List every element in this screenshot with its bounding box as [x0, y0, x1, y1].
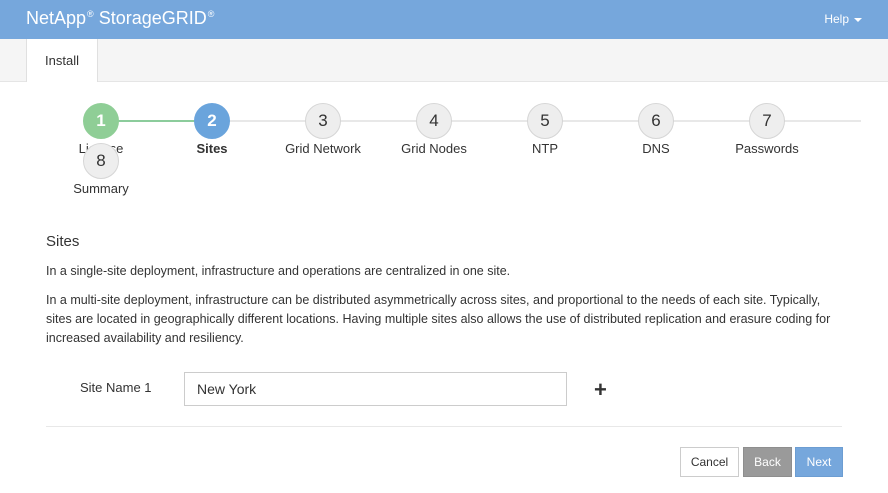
cancel-button[interactable]: Cancel: [680, 447, 739, 477]
site-name-input[interactable]: [184, 372, 567, 406]
multi-site-description: In a multi-site deployment, infrastructu…: [46, 293, 831, 345]
site-name-label: Site Name 1: [80, 380, 152, 395]
help-menu[interactable]: Help: [824, 12, 862, 26]
add-site-icon[interactable]: +: [594, 378, 607, 402]
step-1-circle[interactable]: 1: [83, 103, 119, 139]
product-registered-mark: ®: [207, 9, 215, 19]
step-3-label: Grid Network: [285, 141, 361, 156]
brand-registered-mark: ®: [87, 9, 94, 19]
step-3-circle: 3: [305, 103, 341, 139]
step-6-label: DNS: [642, 141, 670, 156]
next-button[interactable]: Next: [795, 447, 843, 477]
single-site-description: In a single-site deployment, infrastruct…: [46, 264, 511, 278]
step-2-label: Sites: [196, 141, 228, 156]
top-navbar: NetApp® StorageGRID® Help: [0, 0, 888, 39]
step-6-circle: 6: [638, 103, 674, 139]
step-4-label: Grid Nodes: [401, 141, 467, 156]
product-name: StorageGRID: [98, 8, 207, 28]
help-label: Help: [824, 12, 849, 26]
section-title: Sites: [46, 233, 80, 250]
caret-down-icon: [854, 17, 862, 22]
step-8-circle: 8: [83, 143, 119, 179]
step-2-circle[interactable]: 2: [194, 103, 230, 139]
tab-install[interactable]: Install: [26, 39, 98, 82]
form-divider: [46, 426, 842, 427]
step-5-circle: 5: [527, 103, 563, 139]
app-brand: NetApp® StorageGRID®: [26, 8, 214, 29]
tab-bar: Install: [0, 39, 888, 82]
back-button[interactable]: Back: [743, 447, 792, 477]
step-7-circle: 7: [749, 103, 785, 139]
brand-name: NetApp: [26, 8, 87, 28]
step-7-label: Passwords: [735, 141, 799, 156]
step-8-label: Summary: [73, 181, 129, 196]
step-4-circle: 4: [416, 103, 452, 139]
step-5-label: NTP: [532, 141, 558, 156]
